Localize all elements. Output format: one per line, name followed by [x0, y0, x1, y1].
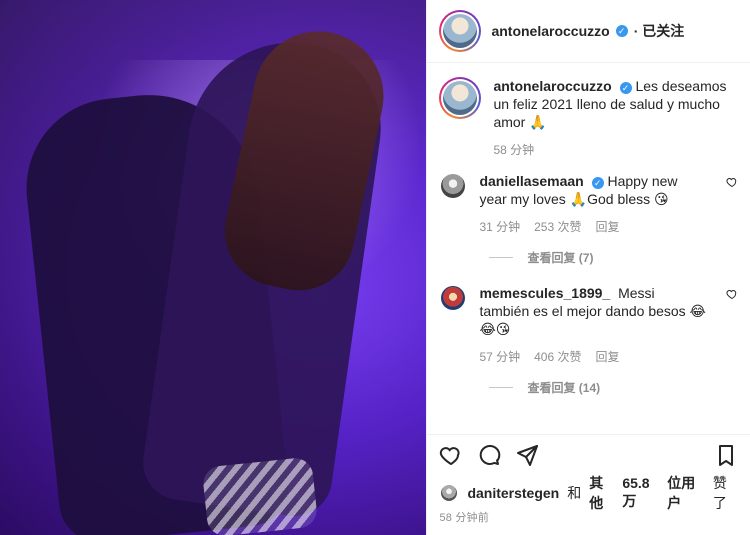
liked-by-count[interactable]: 65.8万 — [622, 475, 659, 511]
replies-divider — [489, 257, 514, 258]
comment-2-meta: 57 分钟 406 次赞 回复 — [479, 348, 706, 365]
comment-2-text: memescules_1899_ Messi también es el mej… — [479, 284, 706, 338]
caption-content: antonelaroccuzzo ✓ Les deseamos un feliz… — [493, 77, 738, 158]
comment-1-replies: 查看回复 (7) — [427, 249, 750, 266]
save-button[interactable] — [714, 443, 738, 467]
post-header: antonelaroccuzzo ✓ · 已关注 — [427, 0, 750, 63]
liked-by-suffix: 赞了 — [712, 475, 727, 511]
post-time: 58 分钟前 — [439, 512, 489, 524]
photo-sparkle-dress — [201, 456, 319, 535]
caption-avatar[interactable] — [439, 77, 482, 119]
comment-1-meta: 31 分钟 253 次赞 回复 — [479, 218, 706, 235]
comment-1-view-replies[interactable]: 查看回复 (7) — [527, 249, 593, 266]
comment-1-content: daniellasemaan ✓ Happy new year my loves… — [479, 172, 706, 235]
replies-divider — [489, 387, 514, 388]
comment-2-username[interactable]: memescules_1899_ — [479, 285, 610, 301]
instagram-post-view: antonelaroccuzzo ✓ · 已关注 antonelaroccuzz… — [0, 0, 750, 535]
comments-scroll[interactable]: antonelaroccuzzo ✓ Les deseamos un feliz… — [427, 63, 750, 435]
caption-avatar-image — [443, 81, 478, 115]
share-button[interactable] — [515, 443, 539, 467]
share-icon — [517, 445, 539, 466]
bookmark-icon — [719, 445, 733, 466]
liked-by-username[interactable]: daniterstegen — [467, 485, 559, 501]
comment-1-time: 31 分钟 — [479, 220, 521, 234]
author-username[interactable]: antonelaroccuzzo — [491, 23, 609, 39]
comment-2-likes[interactable]: 406 次赞 — [534, 348, 581, 365]
comment-1-likes[interactable]: 253 次赞 — [534, 218, 581, 235]
caption-username[interactable]: antonelaroccuzzo — [493, 78, 611, 94]
heart-icon — [726, 290, 737, 300]
post-actions — [427, 434, 750, 475]
verified-badge-icon: ✓ — [619, 82, 632, 94]
comment-1-like-button[interactable] — [718, 172, 738, 235]
comment-2-replies: 查看回复 (14) — [427, 379, 750, 396]
comment-1-avatar-image — [441, 174, 466, 198]
author-meta: antonelaroccuzzo ✓ · 已关注 — [491, 21, 684, 41]
follow-status[interactable]: · 已关注 — [634, 21, 685, 41]
verified-badge-icon: ✓ — [591, 177, 604, 189]
like-button[interactable] — [439, 443, 463, 467]
comment-2: memescules_1899_ Messi también es el mej… — [427, 266, 750, 365]
post-side-panel: antonelaroccuzzo ✓ · 已关注 antonelaroccuzz… — [426, 0, 750, 535]
comment-1-username[interactable]: daniellasemaan — [479, 173, 583, 189]
post-actions-left — [439, 443, 539, 467]
verified-badge-icon: ✓ — [615, 25, 628, 37]
comment-2-content: memescules_1899_ Messi también es el mej… — [479, 284, 706, 365]
comment-2-like-button[interactable] — [718, 284, 738, 365]
comment-1-text: daniellasemaan ✓ Happy new year my loves… — [479, 172, 706, 208]
liked-by-row: daniterstegen 和 其他 65.8万 位用户 赞了 — [439, 475, 738, 511]
heart-icon — [726, 178, 737, 188]
liked-by-avatar[interactable] — [439, 483, 460, 503]
post-photo[interactable] — [0, 0, 427, 535]
comment-icon — [480, 445, 501, 465]
comment-2-reply-button[interactable]: 回复 — [595, 348, 619, 365]
caption-text: antonelaroccuzzo ✓ Les deseamos un feliz… — [493, 77, 738, 131]
comment-button[interactable] — [477, 443, 501, 467]
comment-2-view-replies[interactable]: 查看回复 (14) — [527, 379, 600, 396]
comment-2-time: 57 分钟 — [479, 350, 521, 364]
comment-2-avatar[interactable] — [439, 284, 468, 312]
heart-icon — [440, 447, 461, 466]
liked-by-others-label[interactable]: 其他 — [589, 473, 614, 513]
liked-by-unit: 位用户 — [667, 475, 696, 511]
caption-meta: 58 分钟 — [493, 141, 738, 158]
caption-block: antonelaroccuzzo ✓ Les deseamos un feliz… — [427, 63, 750, 158]
comment-1: daniellasemaan ✓ Happy new year my loves… — [427, 158, 750, 235]
caption-time: 58 分钟 — [493, 143, 535, 157]
comment-2-avatar-image — [441, 286, 466, 310]
liked-by-avatar-image — [441, 485, 458, 501]
author-avatar[interactable] — [439, 10, 482, 52]
comment-1-reply-button[interactable]: 回复 — [595, 218, 619, 235]
liked-by-joiner: 和 — [567, 485, 582, 501]
author-avatar-image — [443, 14, 478, 48]
post-actions-right — [714, 443, 738, 467]
comment-1-avatar[interactable] — [439, 172, 468, 200]
